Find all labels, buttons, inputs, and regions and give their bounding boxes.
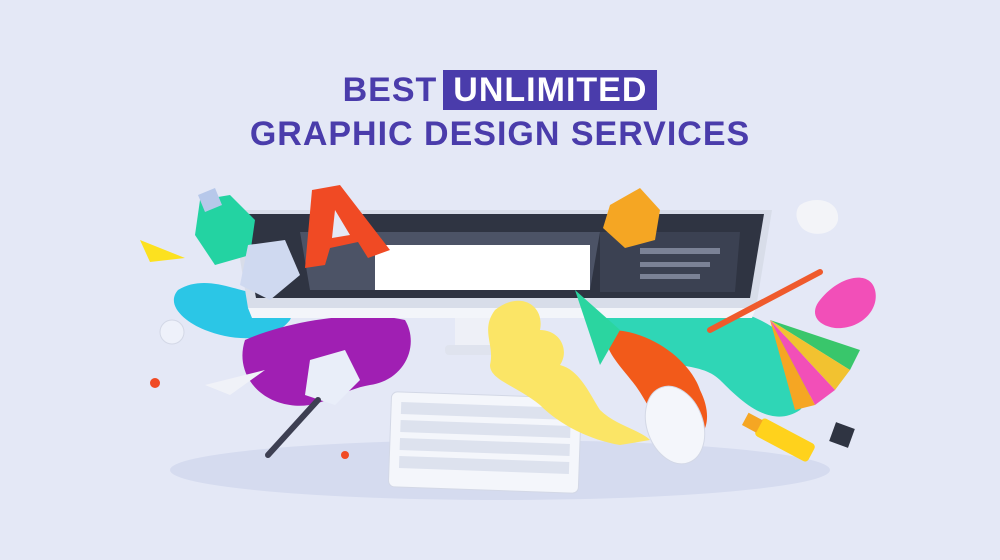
pushpin-icon [341, 451, 349, 459]
binder-clip-icon [829, 422, 855, 448]
paint-splash-icon [815, 277, 876, 329]
geometric-shape-icon [140, 240, 185, 262]
design-illustration [140, 185, 876, 500]
crumpled-paper-icon [796, 200, 839, 234]
bubble-icon [159, 319, 185, 345]
pushpin-icon [150, 378, 160, 388]
